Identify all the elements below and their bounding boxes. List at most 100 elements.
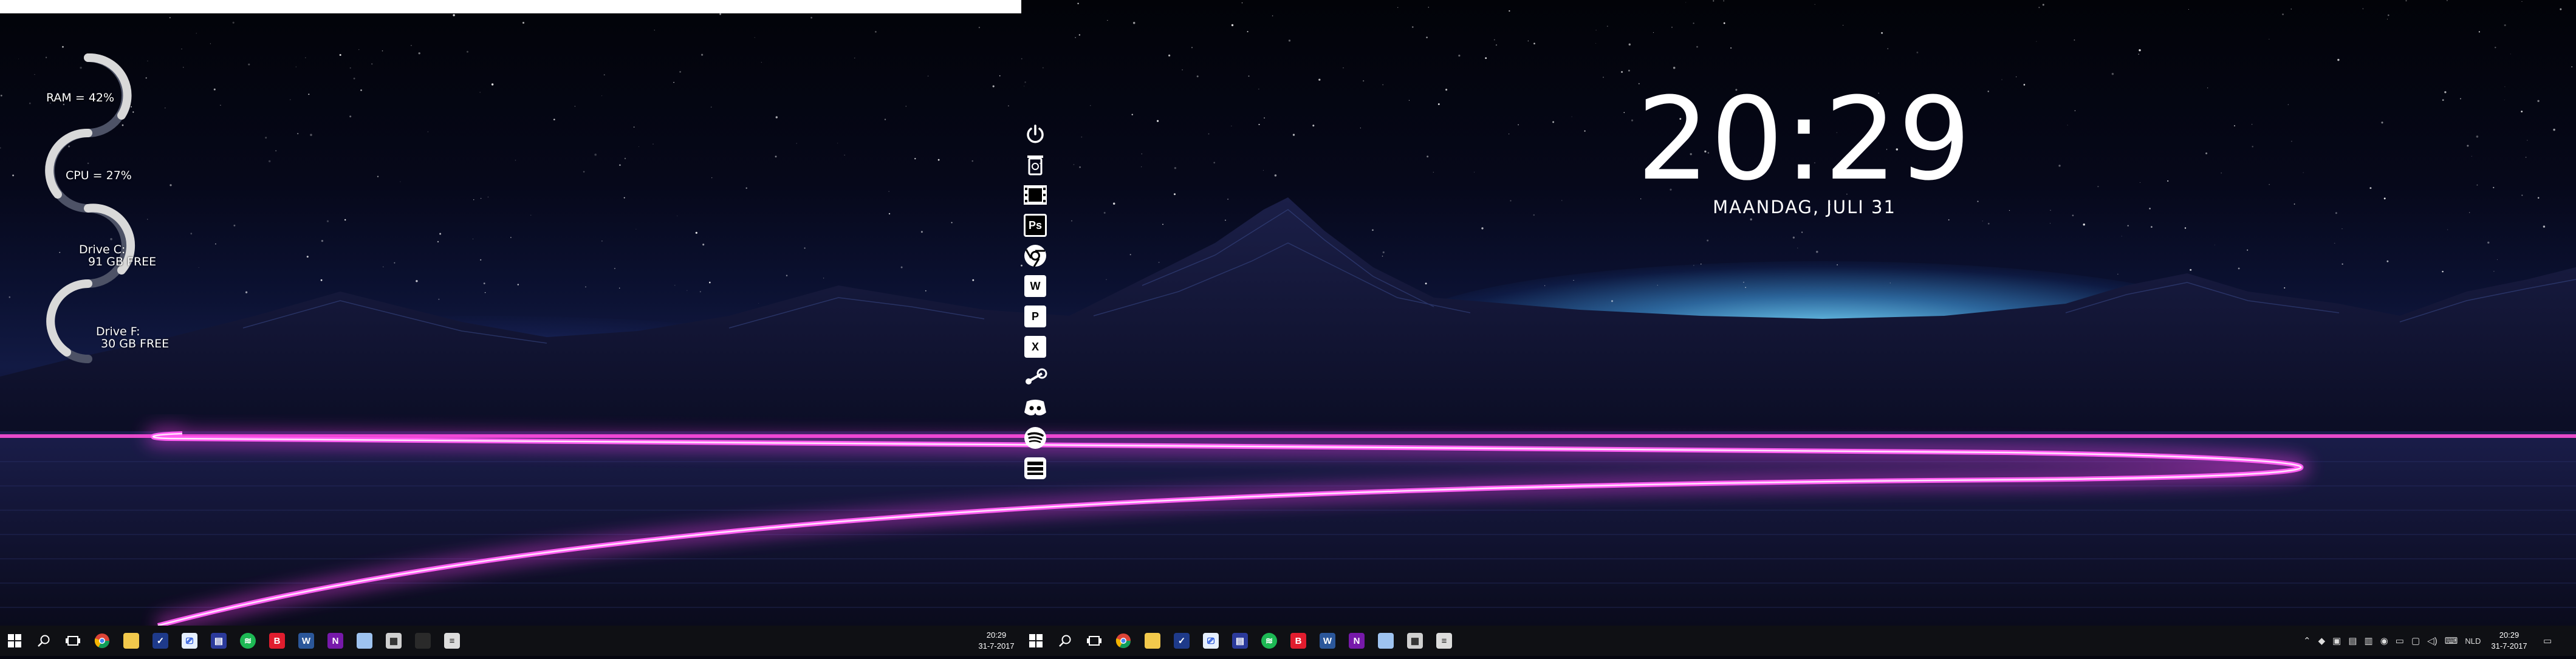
wallpaper-landscape [0,197,2576,626]
action-center[interactable]: ▭ [2540,626,2555,656]
taskbar-todo[interactable]: ✓ [146,626,175,656]
tray-language[interactable]: NLD [2465,637,2481,646]
taskbar-onenote-right[interactable]: N [1342,626,1371,656]
spotify-icon: ≋ [1261,633,1277,649]
task-view-button[interactable] [58,626,87,656]
app-icon-4: ≡ [444,633,460,649]
taskbar-word[interactable]: W [292,626,321,656]
window-edge-strip [0,0,1021,13]
power-icon [1027,125,1044,143]
onenote-icon: N [327,633,343,649]
file-explorer-icon [123,633,139,649]
chrome-icon [1024,245,1046,267]
tray-overflow-icon[interactable]: ⌃ [2303,635,2311,646]
taskbar-onenote[interactable]: N [321,626,350,656]
taskbar-todo-right[interactable]: ✓ [1167,626,1196,656]
app-icon-2 [1378,633,1394,649]
taskbar-file-explorer[interactable] [117,626,146,656]
app-icon: ▤ [211,633,227,649]
tray-volume-icon[interactable]: ◁) [2427,635,2437,646]
taskbar-left-time: 20:29 [986,630,1007,640]
taskbar-right-time: 20:29 [2499,630,2519,640]
chrome-icon [1115,633,1131,649]
notification-icon: ▭ [2543,636,2552,646]
photoshop-icon: Ps [1024,214,1047,237]
excel-button[interactable]: X [1021,333,1049,361]
taskbar-b-app[interactable]: B [262,626,292,656]
drive-c-free: 91 GB FREE [88,255,157,268]
cooler-master-icon [1024,457,1046,479]
taskbar-app-4[interactable]: ≡ [437,626,467,656]
app-icon-2 [357,633,372,649]
todo-icon: ✓ [1174,633,1190,649]
drive-f-label: Drive F: [96,325,140,338]
steam-button[interactable] [1021,363,1049,391]
tray-app-icon-2[interactable]: ▤ [2348,635,2357,646]
power-button[interactable] [1021,120,1049,148]
system-tray: ⌃ ◆ ▣ ▤ ▥ ◉ ▭ ▢ ◁) ⌨ NLD [2300,626,2484,656]
cooler-master-button[interactable] [1021,454,1049,482]
tray-keyboard-icon[interactable]: ⌨ [2445,635,2458,646]
start-button[interactable] [0,626,29,656]
cpu-usage-label: CPU = 27% [66,169,132,182]
taskbar-spotify[interactable]: ≋ [233,626,262,656]
taskbar-app-3-right[interactable]: ≡ [1430,626,1459,656]
video-editor-button[interactable] [1021,181,1049,209]
taskbar-file-explorer-right[interactable] [1138,626,1167,656]
word-icon: W [1024,275,1046,297]
taskbar-chrome[interactable] [87,626,117,656]
tray-app-icon-3[interactable]: ▥ [2365,635,2373,646]
tray-network-icon[interactable]: ▢ [2411,635,2420,646]
taskbar-remote-desktop[interactable]: ⎚ [175,626,204,656]
recycle-bin-icon [1027,155,1043,176]
search-button[interactable] [29,626,58,656]
taskbar-left: ✓ ⎚ ▤ ≋ B W N ▦ ≡ [0,626,1021,656]
taskbar-spotify-right[interactable]: ≋ [1255,626,1284,656]
taskbar-app[interactable]: ▤ [204,626,233,656]
discord-button[interactable] [1021,394,1049,422]
tray-battery-icon[interactable]: ▭ [2396,635,2404,646]
tray-app-icon-4[interactable]: ◉ [2380,635,2388,646]
drive-f-free: 30 GB FREE [101,337,170,350]
recycle-bin-button[interactable] [1021,151,1049,179]
taskbar-left-date: 31-7-2017 [978,641,1015,650]
desktop-clock: 20:29 MAANDAG, JULI 31 [1580,79,2029,218]
taskbar-left-clock[interactable]: 20:29 31-7-2017 [972,626,1021,659]
taskbar-remote-desktop-right[interactable]: ⎚ [1196,626,1225,656]
tray-dropbox-icon[interactable]: ◆ [2318,635,2326,646]
file-explorer-icon [1145,633,1160,649]
b-app-icon: B [269,633,285,649]
word-button[interactable]: W [1021,272,1049,300]
app-icon-3 [415,633,431,649]
steam-icon [1026,368,1047,384]
powerpoint-button[interactable]: P [1021,302,1049,330]
film-icon [1024,185,1047,205]
chrome-button[interactable] [1021,242,1049,270]
start-button-right[interactable] [1021,626,1050,656]
task-view-button-right[interactable] [1080,626,1109,656]
powerpoint-icon: P [1024,306,1046,327]
search-button-right[interactable] [1050,626,1080,656]
taskbar-chrome-right[interactable] [1109,626,1138,656]
tray-app-icon[interactable]: ▣ [2332,635,2341,646]
windows-start-icon [1029,634,1043,647]
spotify-button[interactable] [1021,424,1049,452]
taskbar-app-2-right[interactable] [1371,626,1400,656]
photoshop-button[interactable]: Ps [1021,211,1049,239]
taskbar-calculator[interactable]: ▦ [379,626,408,656]
onenote-icon: N [1349,633,1365,649]
taskbar-word-right[interactable]: W [1313,626,1342,656]
taskbar-right-date: 31-7-2017 [2491,641,2527,650]
ram-usage-label: RAM = 42% [46,91,115,104]
word-icon: W [1320,633,1335,649]
remote-desktop-icon: ⎚ [182,633,197,649]
taskbar-app-2[interactable] [350,626,379,656]
taskbar-app-right[interactable]: ▤ [1225,626,1255,656]
todo-icon: ✓ [152,633,168,649]
taskbar-right-clock[interactable]: 20:29 31-7-2017 [2485,626,2533,659]
spotify-icon [1024,427,1046,449]
task-view-icon [1087,636,1101,646]
taskbar-app-3[interactable] [408,626,437,656]
taskbar-b-app-right[interactable]: B [1284,626,1313,656]
taskbar-calculator-right[interactable]: ▦ [1400,626,1430,656]
